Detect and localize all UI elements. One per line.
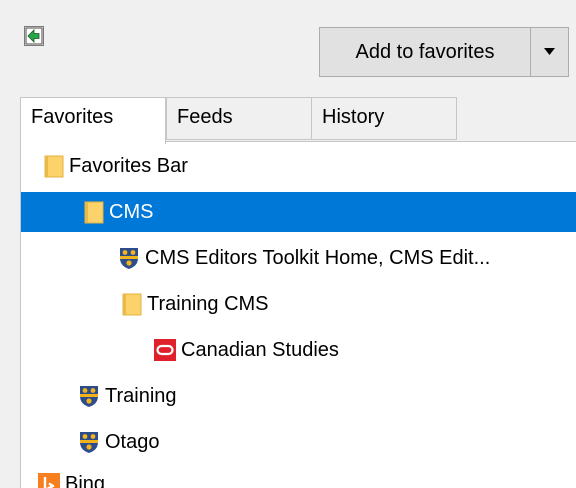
tree-item-label: CMS xyxy=(109,200,154,223)
caret-down-icon xyxy=(544,48,555,55)
bing-icon xyxy=(38,473,60,488)
tree-item-label: Favorites Bar xyxy=(69,154,188,177)
tab-favorites[interactable]: Favorites xyxy=(20,97,166,144)
tree-item-label: Training CMS xyxy=(147,292,269,315)
add-to-favorites-button[interactable]: Add to favorites xyxy=(320,28,530,76)
university-crest-icon xyxy=(120,248,138,269)
tab-history-label: History xyxy=(322,106,385,128)
add-to-favorites-split-button: Add to favorites xyxy=(319,27,569,77)
tree-item-canadian-studies[interactable]: Canadian Studies xyxy=(21,330,576,370)
tab-feeds-label: Feeds xyxy=(177,106,233,128)
tree-item-bing[interactable]: Bing xyxy=(21,464,576,488)
tree-item-label: Training xyxy=(105,384,177,407)
red-o-logo-icon xyxy=(154,339,176,361)
tree-item-training[interactable]: Training xyxy=(21,376,576,416)
folder-icon xyxy=(44,155,64,178)
tree-item-label: Canadian Studies xyxy=(181,338,339,361)
folder-icon xyxy=(122,293,142,316)
pin-button[interactable] xyxy=(24,26,44,46)
tree-item-cms-editors-toolkit[interactable]: CMS Editors Toolkit Home, CMS Edit... xyxy=(21,238,576,278)
favorites-tree: Favorites Bar CMS CMS Editors Toolkit Ho… xyxy=(20,141,576,488)
folder-icon xyxy=(84,201,104,224)
tab-history[interactable]: History xyxy=(311,97,457,140)
add-to-favorites-dropdown[interactable] xyxy=(531,28,568,76)
tree-item-cms[interactable]: CMS xyxy=(21,192,576,232)
tree-item-otago[interactable]: Otago xyxy=(21,422,576,462)
tab-favorites-label: Favorites xyxy=(31,106,114,128)
university-crest-icon xyxy=(80,386,98,407)
tab-feeds[interactable]: Feeds xyxy=(166,97,312,140)
tree-item-label: Otago xyxy=(105,430,160,453)
tree-item-label: Bing xyxy=(65,472,106,488)
university-crest-icon xyxy=(80,432,98,453)
tree-item-label: CMS Editors Toolkit Home, CMS Edit... xyxy=(145,246,491,269)
tree-item-favorites-bar[interactable]: Favorites Bar xyxy=(21,146,576,186)
tree-item-training-cms[interactable]: Training CMS xyxy=(21,284,576,324)
green-arrow-pin-icon xyxy=(25,27,43,45)
add-to-favorites-label: Add to favorites xyxy=(355,40,495,63)
